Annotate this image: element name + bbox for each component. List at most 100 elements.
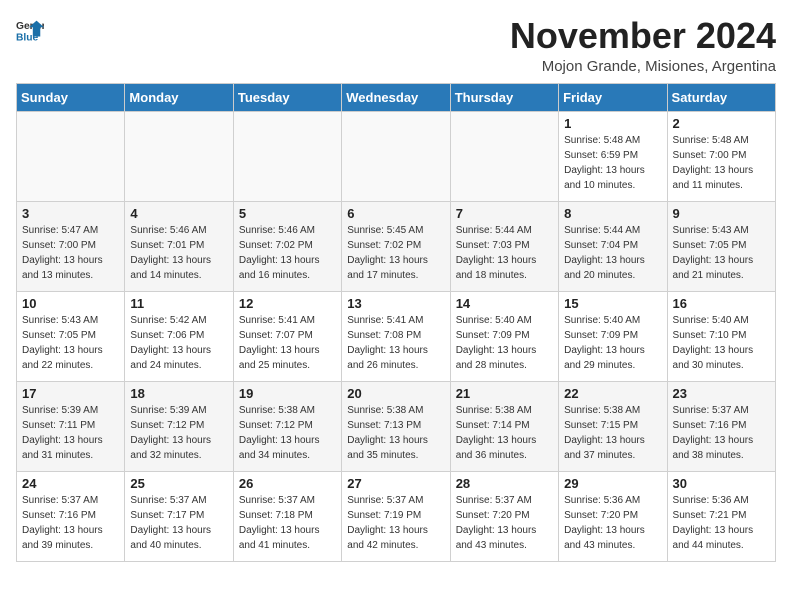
calendar-cell: 22 Sunrise: 5:38 AMSunset: 7:15 PMDaylig… — [559, 381, 667, 471]
calendar-cell: 24 Sunrise: 5:37 AMSunset: 7:16 PMDaylig… — [17, 471, 125, 561]
calendar-cell: 15 Sunrise: 5:40 AMSunset: 7:09 PMDaylig… — [559, 291, 667, 381]
calendar-cell: 10 Sunrise: 5:43 AMSunset: 7:05 PMDaylig… — [17, 291, 125, 381]
calendar-week-1: 1 Sunrise: 5:48 AMSunset: 6:59 PMDayligh… — [17, 111, 776, 201]
calendar-cell: 9 Sunrise: 5:43 AMSunset: 7:05 PMDayligh… — [667, 201, 775, 291]
day-info: Sunrise: 5:40 AMSunset: 7:09 PMDaylight:… — [456, 315, 537, 371]
calendar-cell: 28 Sunrise: 5:37 AMSunset: 7:20 PMDaylig… — [450, 471, 558, 561]
calendar-table: Sunday Monday Tuesday Wednesday Thursday… — [16, 83, 776, 562]
calendar-cell: 4 Sunrise: 5:46 AMSunset: 7:01 PMDayligh… — [125, 201, 233, 291]
day-number: 25 — [130, 476, 227, 491]
day-info: Sunrise: 5:38 AMSunset: 7:12 PMDaylight:… — [239, 405, 320, 461]
day-info: Sunrise: 5:40 AMSunset: 7:10 PMDaylight:… — [673, 315, 754, 371]
calendar-cell: 30 Sunrise: 5:36 AMSunset: 7:21 PMDaylig… — [667, 471, 775, 561]
day-number: 29 — [564, 476, 661, 491]
calendar-cell: 20 Sunrise: 5:38 AMSunset: 7:13 PMDaylig… — [342, 381, 450, 471]
day-info: Sunrise: 5:39 AMSunset: 7:12 PMDaylight:… — [130, 405, 211, 461]
day-info: Sunrise: 5:37 AMSunset: 7:19 PMDaylight:… — [347, 495, 428, 551]
day-info: Sunrise: 5:36 AMSunset: 7:20 PMDaylight:… — [564, 495, 645, 551]
day-number: 23 — [673, 386, 770, 401]
calendar-cell: 5 Sunrise: 5:46 AMSunset: 7:02 PMDayligh… — [233, 201, 341, 291]
day-info: Sunrise: 5:43 AMSunset: 7:05 PMDaylight:… — [22, 315, 103, 371]
header-thursday: Thursday — [450, 83, 558, 111]
day-info: Sunrise: 5:37 AMSunset: 7:18 PMDaylight:… — [239, 495, 320, 551]
calendar-cell: 2 Sunrise: 5:48 AMSunset: 7:00 PMDayligh… — [667, 111, 775, 201]
day-info: Sunrise: 5:47 AMSunset: 7:00 PMDaylight:… — [22, 225, 103, 281]
calendar-cell: 11 Sunrise: 5:42 AMSunset: 7:06 PMDaylig… — [125, 291, 233, 381]
calendar-cell — [450, 111, 558, 201]
calendar-cell: 12 Sunrise: 5:41 AMSunset: 7:07 PMDaylig… — [233, 291, 341, 381]
calendar-cell: 7 Sunrise: 5:44 AMSunset: 7:03 PMDayligh… — [450, 201, 558, 291]
day-number: 12 — [239, 296, 336, 311]
calendar-week-3: 10 Sunrise: 5:43 AMSunset: 7:05 PMDaylig… — [17, 291, 776, 381]
header-monday: Monday — [125, 83, 233, 111]
calendar-cell: 14 Sunrise: 5:40 AMSunset: 7:09 PMDaylig… — [450, 291, 558, 381]
day-number: 17 — [22, 386, 119, 401]
calendar-week-4: 17 Sunrise: 5:39 AMSunset: 7:11 PMDaylig… — [17, 381, 776, 471]
day-info: Sunrise: 5:37 AMSunset: 7:16 PMDaylight:… — [22, 495, 103, 551]
day-number: 2 — [673, 116, 770, 131]
day-number: 21 — [456, 386, 553, 401]
day-number: 4 — [130, 206, 227, 221]
calendar-cell: 3 Sunrise: 5:47 AMSunset: 7:00 PMDayligh… — [17, 201, 125, 291]
calendar-cell: 29 Sunrise: 5:36 AMSunset: 7:20 PMDaylig… — [559, 471, 667, 561]
header-wednesday: Wednesday — [342, 83, 450, 111]
calendar-cell: 16 Sunrise: 5:40 AMSunset: 7:10 PMDaylig… — [667, 291, 775, 381]
day-info: Sunrise: 5:37 AMSunset: 7:20 PMDaylight:… — [456, 495, 537, 551]
header-sunday: Sunday — [17, 83, 125, 111]
calendar-cell: 27 Sunrise: 5:37 AMSunset: 7:19 PMDaylig… — [342, 471, 450, 561]
day-info: Sunrise: 5:38 AMSunset: 7:15 PMDaylight:… — [564, 405, 645, 461]
month-year-title: November 2024 — [510, 16, 776, 56]
calendar-cell — [17, 111, 125, 201]
day-number: 22 — [564, 386, 661, 401]
header-saturday: Saturday — [667, 83, 775, 111]
calendar-cell: 6 Sunrise: 5:45 AMSunset: 7:02 PMDayligh… — [342, 201, 450, 291]
day-info: Sunrise: 5:41 AMSunset: 7:07 PMDaylight:… — [239, 315, 320, 371]
day-info: Sunrise: 5:45 AMSunset: 7:02 PMDaylight:… — [347, 225, 428, 281]
calendar-cell: 26 Sunrise: 5:37 AMSunset: 7:18 PMDaylig… — [233, 471, 341, 561]
day-number: 6 — [347, 206, 444, 221]
day-info: Sunrise: 5:38 AMSunset: 7:13 PMDaylight:… — [347, 405, 428, 461]
calendar-cell: 23 Sunrise: 5:37 AMSunset: 7:16 PMDaylig… — [667, 381, 775, 471]
day-number: 8 — [564, 206, 661, 221]
calendar-cell: 25 Sunrise: 5:37 AMSunset: 7:17 PMDaylig… — [125, 471, 233, 561]
calendar-cell: 13 Sunrise: 5:41 AMSunset: 7:08 PMDaylig… — [342, 291, 450, 381]
day-info: Sunrise: 5:39 AMSunset: 7:11 PMDaylight:… — [22, 405, 103, 461]
day-number: 15 — [564, 296, 661, 311]
day-info: Sunrise: 5:43 AMSunset: 7:05 PMDaylight:… — [673, 225, 754, 281]
day-number: 11 — [130, 296, 227, 311]
day-info: Sunrise: 5:38 AMSunset: 7:14 PMDaylight:… — [456, 405, 537, 461]
day-number: 1 — [564, 116, 661, 131]
day-info: Sunrise: 5:46 AMSunset: 7:02 PMDaylight:… — [239, 225, 320, 281]
calendar-week-2: 3 Sunrise: 5:47 AMSunset: 7:00 PMDayligh… — [17, 201, 776, 291]
location-subtitle: Mojon Grande, Misiones, Argentina — [510, 58, 776, 75]
day-number: 7 — [456, 206, 553, 221]
header-friday: Friday — [559, 83, 667, 111]
day-number: 5 — [239, 206, 336, 221]
day-info: Sunrise: 5:41 AMSunset: 7:08 PMDaylight:… — [347, 315, 428, 371]
day-info: Sunrise: 5:37 AMSunset: 7:16 PMDaylight:… — [673, 405, 754, 461]
day-number: 27 — [347, 476, 444, 491]
day-number: 28 — [456, 476, 553, 491]
day-number: 20 — [347, 386, 444, 401]
calendar-cell: 19 Sunrise: 5:38 AMSunset: 7:12 PMDaylig… — [233, 381, 341, 471]
header-row: Sunday Monday Tuesday Wednesday Thursday… — [17, 83, 776, 111]
calendar-cell — [233, 111, 341, 201]
calendar-cell: 21 Sunrise: 5:38 AMSunset: 7:14 PMDaylig… — [450, 381, 558, 471]
logo: General Blue — [16, 16, 44, 44]
day-number: 14 — [456, 296, 553, 311]
calendar-cell: 1 Sunrise: 5:48 AMSunset: 6:59 PMDayligh… — [559, 111, 667, 201]
page-header: General Blue November 2024 Mojon Grande,… — [16, 16, 776, 75]
day-info: Sunrise: 5:48 AMSunset: 6:59 PMDaylight:… — [564, 135, 645, 191]
day-number: 16 — [673, 296, 770, 311]
calendar-cell: 8 Sunrise: 5:44 AMSunset: 7:04 PMDayligh… — [559, 201, 667, 291]
day-number: 26 — [239, 476, 336, 491]
day-info: Sunrise: 5:42 AMSunset: 7:06 PMDaylight:… — [130, 315, 211, 371]
calendar-cell: 18 Sunrise: 5:39 AMSunset: 7:12 PMDaylig… — [125, 381, 233, 471]
day-info: Sunrise: 5:46 AMSunset: 7:01 PMDaylight:… — [130, 225, 211, 281]
day-number: 9 — [673, 206, 770, 221]
day-info: Sunrise: 5:40 AMSunset: 7:09 PMDaylight:… — [564, 315, 645, 371]
calendar-week-5: 24 Sunrise: 5:37 AMSunset: 7:16 PMDaylig… — [17, 471, 776, 561]
day-number: 10 — [22, 296, 119, 311]
day-number: 30 — [673, 476, 770, 491]
day-number: 18 — [130, 386, 227, 401]
